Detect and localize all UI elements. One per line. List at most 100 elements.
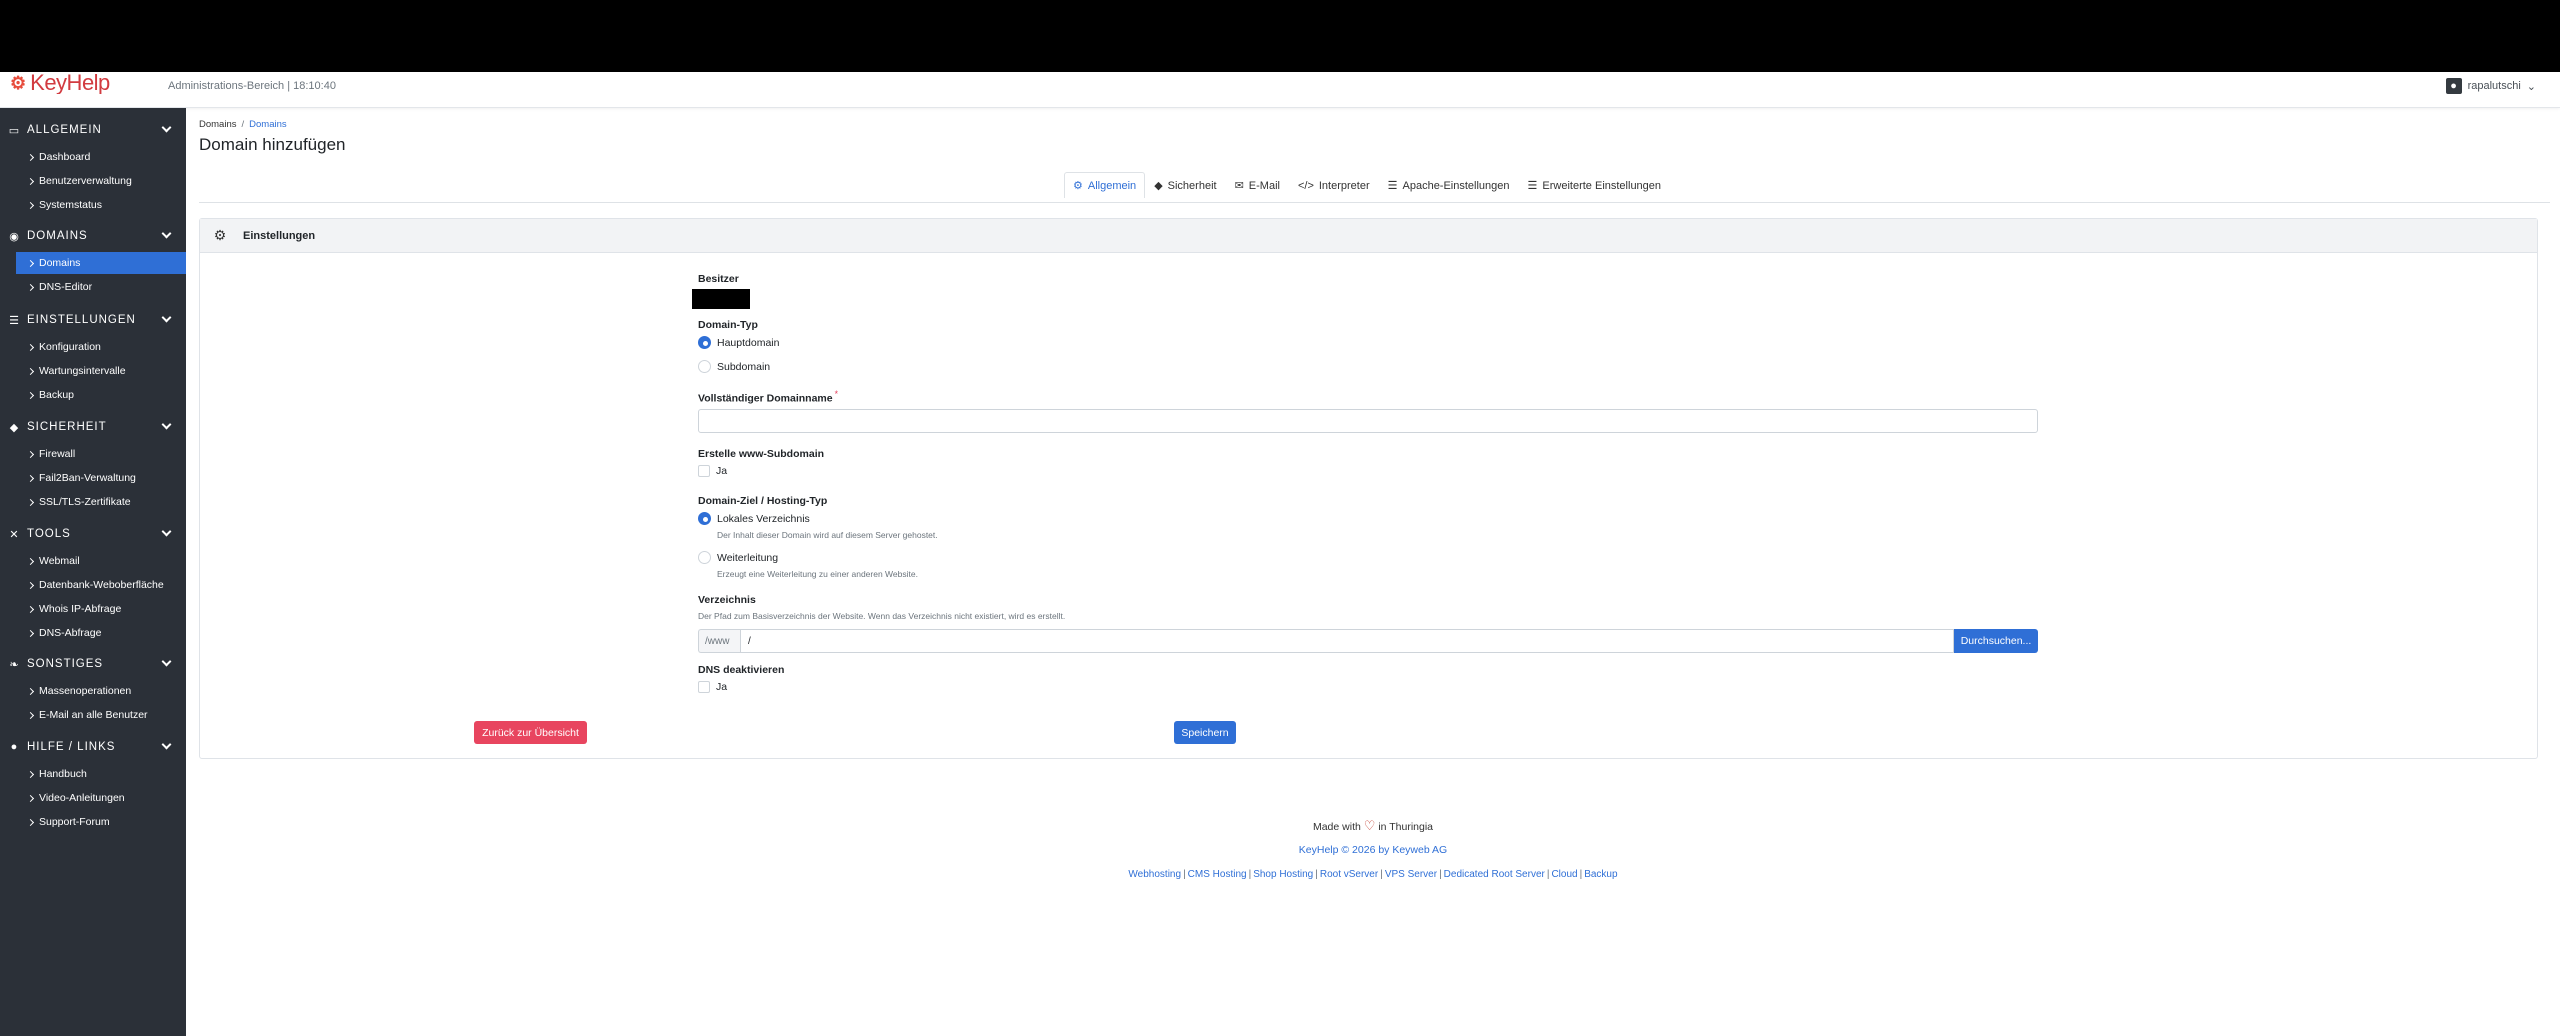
sidebar-item-backup[interactable]: Backup [16, 384, 186, 406]
sidebar-item-systemstatus[interactable]: Systemstatus [16, 194, 186, 216]
www-checkbox[interactable]: Ja [698, 465, 727, 477]
sidebar-item-benutzerverwaltung[interactable]: Benutzerverwaltung [16, 170, 186, 192]
browse-button[interactable]: Durchsuchen... [1954, 629, 2038, 653]
sidebar-item-wartungsintervalle[interactable]: Wartungsintervalle [16, 360, 186, 382]
sidebar-item-handbuch[interactable]: Handbuch [16, 763, 186, 785]
breadcrumb-root[interactable]: Domains [199, 119, 237, 130]
sidebar-item-firewall[interactable]: Firewall [16, 443, 186, 465]
sidebar-item-label: Fail2Ban-Verwaltung [39, 472, 136, 484]
footer-link[interactable]: Dedicated Root Server [1444, 869, 1545, 880]
footer-separator: | [1315, 869, 1318, 880]
save-button[interactable]: Speichern [1174, 721, 1236, 744]
sidebar-section-title: Domains [27, 230, 88, 242]
footer-link[interactable]: Root vServer [1320, 869, 1378, 880]
sidebar-section-einstellungen[interactable]: ☰ Einstellungen [0, 308, 186, 332]
main-content: Domains / Domains Domain hinzufügen ⚙ Allge… [186, 108, 2560, 1036]
user-name: rapalutschi [2467, 80, 2521, 92]
tab-sicherheit[interactable]: ◆ Sicherheit [1145, 172, 1225, 198]
tab-label: Erweiterte Einstellungen [1542, 179, 1662, 192]
radio-label: Lokales Verzeichnis [717, 512, 810, 525]
tab-allgemein[interactable]: ⚙ Allgemein [1064, 172, 1146, 198]
sidebar-section-sonstiges[interactable]: ❧ Sonstiges [0, 652, 186, 676]
sidebar-item-video[interactable]: Video-Anleitungen [16, 787, 186, 809]
sidebar-section-sicherheit[interactable]: ◆ Sicherheit [0, 415, 186, 439]
chevron-right-icon [26, 153, 35, 161]
sidebar-item-ssl-zertifikate[interactable]: SSL/TLS-Zertifikate [16, 491, 186, 513]
keyhelp-logo[interactable]: ⚙ KeyHelp [10, 72, 110, 94]
checkbox-label: Ja [716, 681, 728, 693]
logo-text: KeyHelp [30, 72, 110, 94]
sidebar-item-domains[interactable]: Domains [16, 252, 186, 274]
dir-input[interactable]: / [740, 629, 1954, 653]
footer-link[interactable]: Shop Hosting [1253, 869, 1313, 880]
sidebar-item-massenoperationen[interactable]: Massenoperationen [16, 680, 186, 702]
user-icon: ● [2445, 78, 2462, 94]
tab-apache[interactable]: ☰ Apache-Einstellungen [1379, 172, 1519, 198]
sidebar-section-domains[interactable]: ◉ Domains [0, 224, 186, 248]
sidebar-item-konfiguration[interactable]: Konfiguration [16, 336, 186, 358]
breadcrumb-current[interactable]: Domains [249, 119, 287, 130]
shield-icon: ◆ [9, 421, 19, 434]
owner-select-redacted[interactable] [692, 289, 750, 309]
sidebar-section-tools[interactable]: ✕ Tools [0, 522, 186, 546]
sidebar-item-label: DNS-Abfrage [39, 627, 102, 639]
dir-hint: Der Pfad zum Basisverzeichnis der Websit… [698, 611, 1066, 621]
settings-card: ⚙ Einstellungen Besitzer Domain-Typ Haup… [199, 218, 2538, 759]
fqdn-input[interactable] [698, 409, 2038, 433]
www-label: Erstelle www-Subdomain [698, 448, 825, 460]
sidebar-item-dns-abfrage[interactable]: DNS-Abfrage [16, 622, 186, 644]
sidebar-section-title: Hilfe / Links [27, 741, 116, 753]
sidebar-item-label: Video-Anleitungen [39, 792, 125, 804]
user-menu[interactable]: ● rapalutschi ⌄ [2445, 78, 2536, 94]
footer-copyright[interactable]: KeyHelp © 2026 by Keyweb AG [186, 844, 2560, 856]
sidebar-item-webmail[interactable]: Webmail [16, 550, 186, 572]
footer-link[interactable]: CMS Hosting [1188, 869, 1247, 880]
sidebar: ▭ Allgemein Dashboard Benutzerverwaltung… [0, 108, 186, 1036]
footer-link[interactable]: Backup [1584, 869, 1617, 880]
back-button[interactable]: Zurück zur Übersicht [474, 721, 587, 744]
sidebar-item-datenbank[interactable]: Datenbank-Weboberfläche [16, 574, 186, 596]
footer-made-with-text: Made with [1312, 821, 1361, 833]
radio-label: Subdomain [717, 360, 771, 373]
sidebar-item-label: Support-Forum [39, 816, 110, 828]
monitor-icon: ▭ [8, 124, 20, 137]
sidebar-item-email-alle[interactable]: E-Mail an alle Benutzer [16, 704, 186, 726]
sidebar-item-label: Wartungsintervalle [39, 365, 126, 377]
chevron-right-icon [26, 283, 35, 291]
radio-hauptdomain[interactable]: Hauptdomain [698, 336, 779, 349]
chevron-right-icon [26, 557, 35, 565]
sidebar-section-allgemein[interactable]: ▭ Allgemein [0, 118, 186, 142]
logo-icon: ⚙ [10, 72, 27, 93]
tab-interpreter[interactable]: </> Interpreter [1289, 172, 1379, 198]
sidebar-item-support-forum[interactable]: Support-Forum [16, 811, 186, 833]
gear-icon: ⚙ [1073, 180, 1083, 192]
tab-email[interactable]: ✉ E-Mail [1226, 172, 1289, 198]
required-marker: * [834, 389, 838, 399]
gear-icon: ⚙ [213, 227, 227, 243]
sidebar-item-label: SSL/TLS-Zertifikate [39, 496, 131, 508]
sidebar-item-label: E-Mail an alle Benutzer [39, 709, 148, 721]
radio-unselected [698, 360, 711, 373]
chevron-down-icon [161, 526, 172, 537]
sidebar-item-fail2ban[interactable]: Fail2Ban-Verwaltung [16, 467, 186, 489]
page-title: Domain hinzufügen [199, 135, 346, 154]
sidebar-section-title: Sonstiges [27, 658, 104, 670]
sidebar-item-whois[interactable]: Whois IP-Abfrage [16, 598, 186, 620]
heart-icon: ♡ [1363, 818, 1376, 833]
tab-erweitert[interactable]: ☰ Erweiterte Einstellungen [1519, 172, 1671, 198]
sidebar-item-dns-editor[interactable]: DNS-Editor [16, 276, 186, 298]
footer-separator: | [1380, 869, 1383, 880]
radio-subdomain[interactable]: Subdomain [698, 360, 770, 373]
footer-links: Webhosting | CMS Hosting | Shop Hosting | Root… [186, 869, 2560, 880]
dns-checkbox[interactable]: Ja [698, 681, 727, 693]
footer-link[interactable]: Webhosting [1128, 869, 1181, 880]
sliders-icon: ☰ [1527, 180, 1538, 192]
radio-lokales-verzeichnis[interactable]: Lokales Verzeichnis [698, 512, 810, 525]
dir-prefix: /www [698, 629, 740, 653]
sidebar-item-dashboard[interactable]: Dashboard [16, 146, 186, 168]
footer-link[interactable]: VPS Server [1385, 869, 1437, 880]
footer-link[interactable]: Cloud [1551, 869, 1577, 880]
chevron-right-icon [26, 367, 35, 375]
radio-weiterleitung[interactable]: Weiterleitung [698, 551, 778, 564]
sidebar-section-hilfe[interactable]: ● Hilfe / Links [0, 735, 186, 759]
